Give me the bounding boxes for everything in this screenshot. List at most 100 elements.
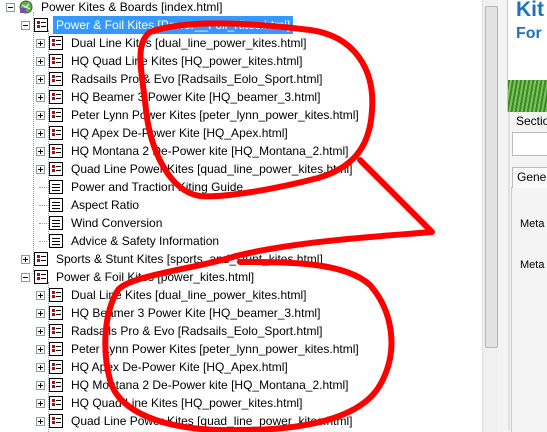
expand-icon[interactable] xyxy=(36,417,45,426)
tree-node[interactable]: Quad Line Power Kites [quad_line_power_k… xyxy=(0,412,482,430)
tree-node[interactable]: Power and Traction Kiting Guide xyxy=(0,178,482,196)
document-icon xyxy=(49,234,63,248)
tree-node-label: Sports & Stunt Kites [sports_and_stunt_k… xyxy=(56,252,323,266)
banner-title: Kit xyxy=(516,0,544,21)
properties-panel: Kit For Sectio Genera Meta Meta xyxy=(498,0,547,432)
tree-node-label: HQ Beamer 3 Power Kite [HQ_beamer_3.html… xyxy=(71,90,321,104)
page-icon xyxy=(49,108,63,122)
tree-node-label: Peter Lynn Power Kites [peter_lynn_power… xyxy=(71,108,359,122)
tree-node-label: HQ Beamer 3 Power Kite [HQ_beamer_3.html… xyxy=(71,306,321,320)
panel-divider xyxy=(511,187,512,432)
page-icon xyxy=(49,36,63,50)
tree-node-label: Aspect Ratio xyxy=(71,198,140,212)
tree-node[interactable]: HQ Apex De-Power Kite [HQ_Apex.html] xyxy=(0,358,482,376)
expand-icon[interactable] xyxy=(36,291,45,300)
tree-node-label: Power and Traction Kiting Guide xyxy=(71,180,244,194)
tree-node-label: HQ Montana 2 De-Power kite [HQ_Montana_2… xyxy=(71,144,349,158)
page-icon xyxy=(34,270,48,284)
page-icon xyxy=(49,342,63,356)
tree-node[interactable]: Dual Line Kites [dual_line_power_kites.h… xyxy=(0,34,482,52)
section-field[interactable] xyxy=(512,132,547,156)
page-icon xyxy=(49,126,63,140)
tree-node-label: Quad Line Power Kites [quad_line_power_k… xyxy=(71,414,353,428)
expand-icon[interactable] xyxy=(36,57,45,66)
page-icon xyxy=(49,414,63,428)
banner-grass-image xyxy=(508,80,547,112)
section-label: Sectio xyxy=(516,114,547,128)
page-icon xyxy=(49,360,63,374)
tree-node[interactable]: Aspect Ratio xyxy=(0,196,482,214)
tree-line xyxy=(39,205,47,206)
tree-node[interactable]: HQ Quad Line Kites [HQ_power_kites.html] xyxy=(0,52,482,70)
tree-node[interactable]: HQ Beamer 3 Power Kite [HQ_beamer_3.html… xyxy=(0,304,482,322)
expand-icon[interactable] xyxy=(36,75,45,84)
tree-node-label: Radsails Pro & Evo [Radsails_Eolo_Sport.… xyxy=(71,324,323,338)
expand-icon[interactable] xyxy=(36,39,45,48)
expand-icon[interactable] xyxy=(36,327,45,336)
tab-general[interactable]: Genera xyxy=(512,167,547,188)
tree-node[interactable]: Radsails Pro & Evo [Radsails_Eolo_Sport.… xyxy=(0,70,482,88)
tree-node[interactable]: Dual Line Kites [dual_line_power_kites.h… xyxy=(0,286,482,304)
tree-node[interactable]: Peter Lynn Power Kites [peter_lynn_power… xyxy=(0,106,482,124)
tree-node-label: Radsails Pro & Evo [Radsails_Eolo_Sport.… xyxy=(71,72,323,86)
tree-node[interactable]: HQ Apex De-Power Kite [HQ_Apex.html] xyxy=(0,124,482,142)
expand-icon[interactable] xyxy=(21,255,30,264)
tree-node[interactable]: Sports & Stunt Kites [sports_and_stunt_k… xyxy=(0,250,482,268)
expand-icon[interactable] xyxy=(36,111,45,120)
expand-icon[interactable] xyxy=(36,147,45,156)
tree-node-label: Power & Foil Kites [Power__Foil_Kites.ht… xyxy=(53,16,294,34)
meta-label-2: Meta xyxy=(520,259,545,271)
tree-node[interactable]: Advice & Safety Information xyxy=(0,232,482,250)
tree-scrollbar[interactable] xyxy=(482,0,499,432)
tree-node-label: Quad Line Power Kites [quad_line_power_k… xyxy=(71,162,353,176)
tree-node[interactable]: Radsails Pro & Evo [Radsails_Eolo_Sport.… xyxy=(0,322,482,340)
tree-line xyxy=(39,187,47,188)
tree-node[interactable]: Wind Conversion xyxy=(0,214,482,232)
tree-node-label: Dual Line Kites [dual_line_power_kites.h… xyxy=(71,288,307,302)
document-icon xyxy=(49,198,63,212)
expand-icon[interactable] xyxy=(36,129,45,138)
expand-icon[interactable] xyxy=(36,399,45,408)
tree-node[interactable]: HQ Beamer 3 Power Kite [HQ_beamer_3.html… xyxy=(0,88,482,106)
expand-icon[interactable] xyxy=(36,345,45,354)
tree-node-label: HQ Quad Line Kites [HQ_power_kites.html] xyxy=(71,396,303,410)
tree-node-label: Advice & Safety Information xyxy=(71,234,220,248)
tree-node[interactable]: Power Kites & Boards [index.html] xyxy=(0,0,482,16)
page-icon xyxy=(49,378,63,392)
expand-icon[interactable] xyxy=(36,381,45,390)
tree-node[interactable]: Power & Foil Kites [power_kites.html] xyxy=(0,268,482,286)
site-tree[interactable]: Power Kites & Boards [index.html] Power &… xyxy=(0,0,482,432)
page-icon xyxy=(49,306,63,320)
tree-node[interactable]: Peter Lynn Power Kites [peter_lynn_power… xyxy=(0,340,482,358)
collapse-icon[interactable] xyxy=(21,273,30,282)
tree-line xyxy=(39,223,47,224)
page-icon xyxy=(49,162,63,176)
tree-node[interactable]: Power & Foil Kites [Power__Foil_Kites.ht… xyxy=(0,16,482,34)
collapse-icon[interactable] xyxy=(21,21,30,30)
tree-node[interactable]: HQ Montana 2 De-Power kite [HQ_Montana_2… xyxy=(0,376,482,394)
tree-node[interactable]: HQ Montana 2 De-Power kite [HQ_Montana_2… xyxy=(0,142,482,160)
tree-node[interactable]: HQ Quad Line Kites [HQ_power_kites.html] xyxy=(0,394,482,412)
document-icon xyxy=(49,180,63,194)
site-banner: Kit For xyxy=(507,0,547,112)
tree-line xyxy=(39,241,47,242)
expand-icon[interactable] xyxy=(36,309,45,318)
tree-node-label: HQ Apex De-Power Kite [HQ_Apex.html] xyxy=(71,360,288,374)
site-icon xyxy=(19,0,33,14)
scrollbar-thumb[interactable] xyxy=(485,6,498,348)
page-icon xyxy=(49,324,63,338)
page-icon xyxy=(34,252,48,266)
tree-node[interactable]: Quad Line Power Kites [quad_line_power_k… xyxy=(0,160,482,178)
expand-icon[interactable] xyxy=(36,363,45,372)
tree-node-label: HQ Quad Line Kites [HQ_power_kites.html] xyxy=(71,54,303,68)
page-icon xyxy=(49,54,63,68)
document-icon xyxy=(49,216,63,230)
expand-icon[interactable] xyxy=(36,93,45,102)
page-icon xyxy=(49,72,63,86)
page-icon xyxy=(49,144,63,158)
tree-node-label: Wind Conversion xyxy=(71,216,163,230)
meta-label-1: Meta xyxy=(520,218,545,230)
tree-node-label: Dual Line Kites [dual_line_power_kites.h… xyxy=(71,36,307,50)
collapse-icon[interactable] xyxy=(6,3,15,12)
expand-icon[interactable] xyxy=(36,165,45,174)
